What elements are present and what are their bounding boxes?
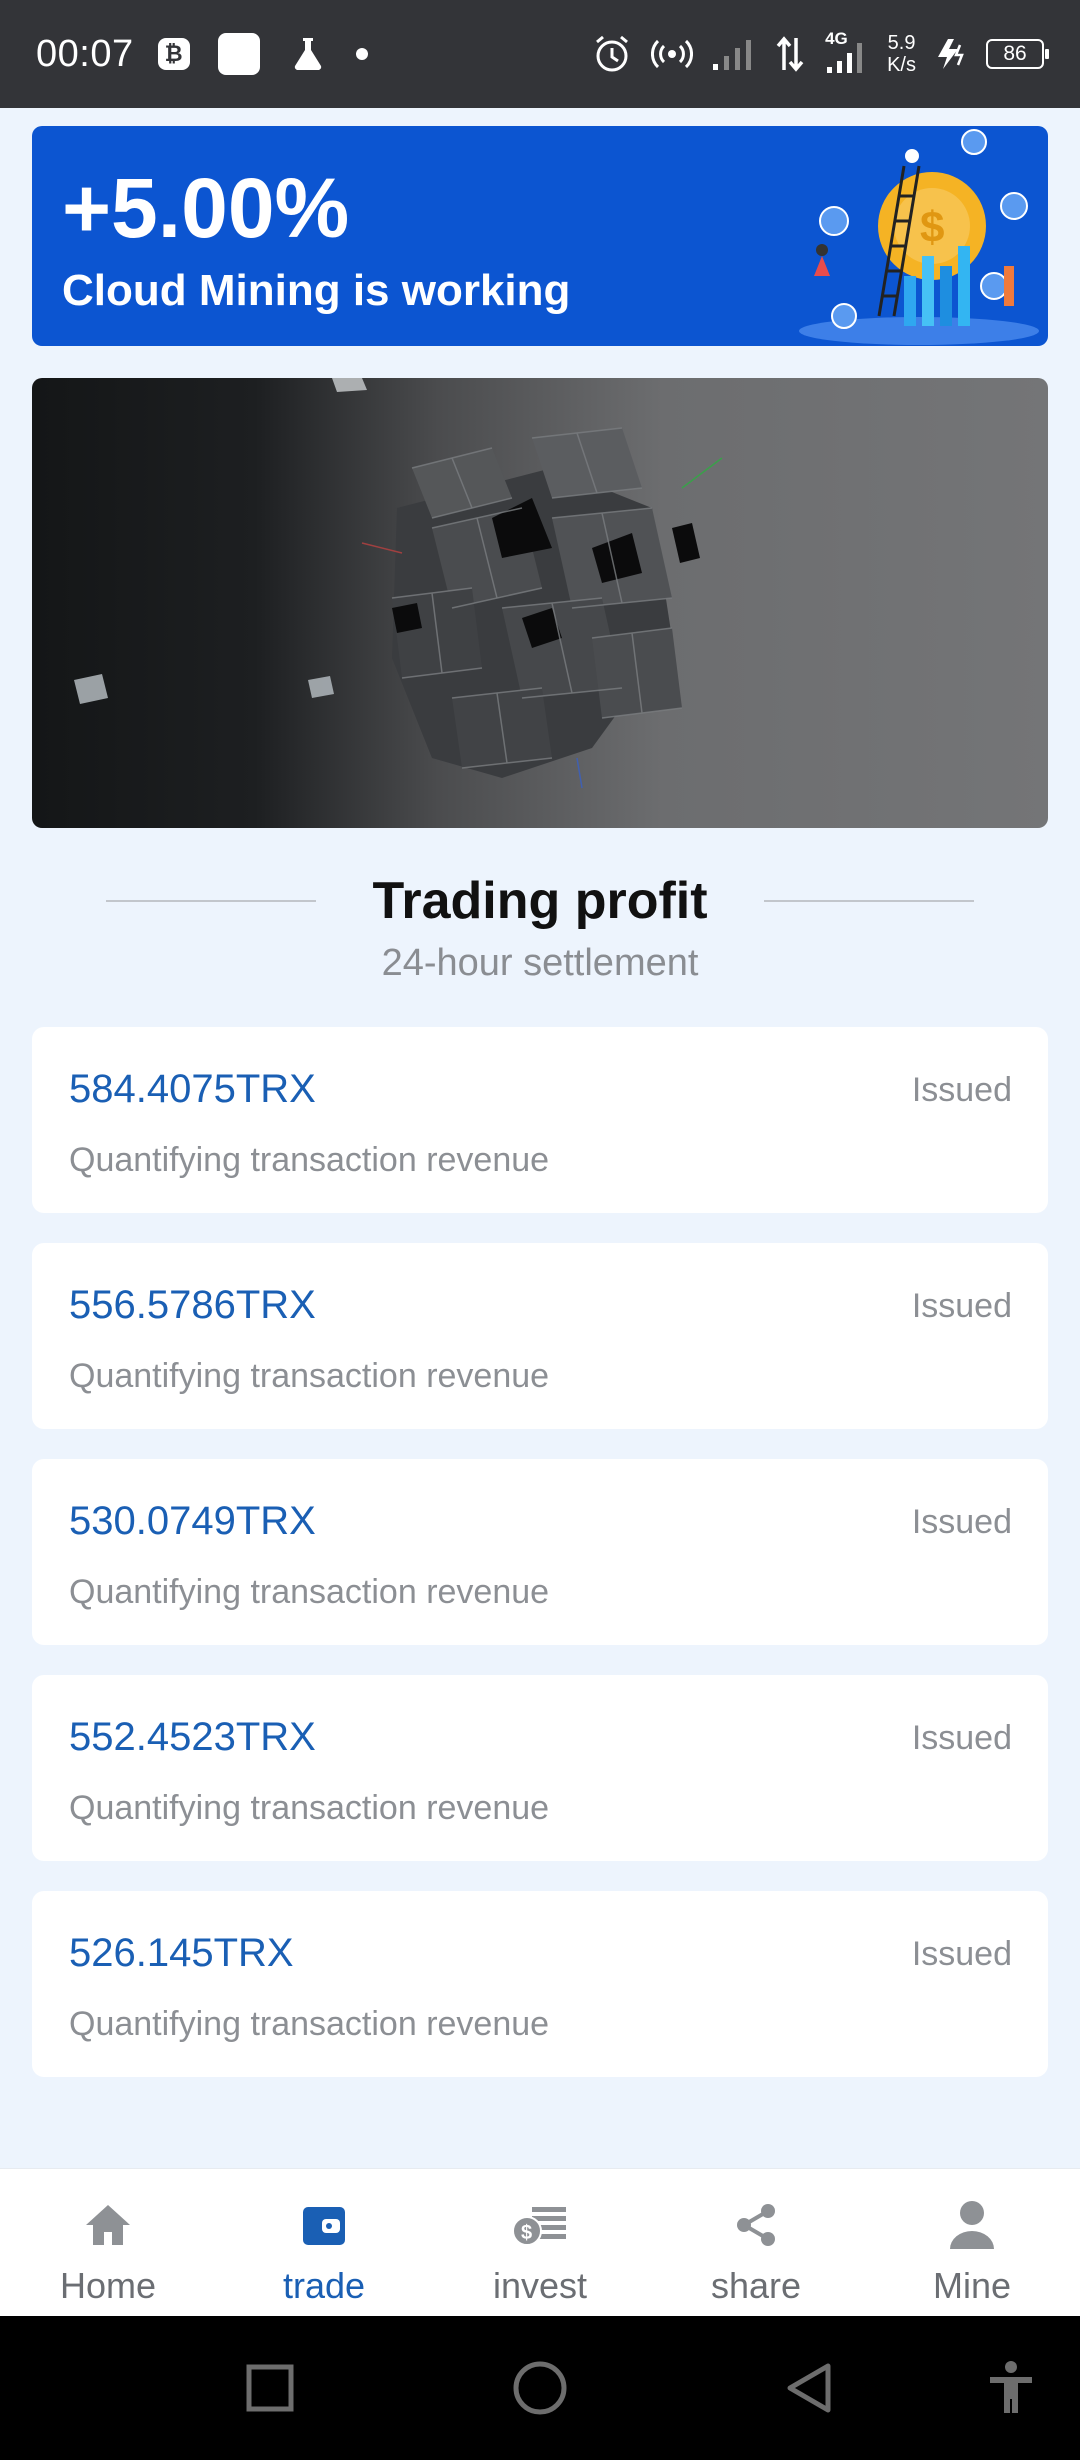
status-badge: Issued	[911, 1719, 1012, 1757]
user-icon	[942, 2195, 1002, 2255]
share-icon	[726, 2195, 786, 2255]
status-bar: 00:07 ₿ 4G 5.9 K/s 86	[0, 0, 1080, 108]
system-nav-bar	[0, 2316, 1080, 2460]
nav-item-share[interactable]: share	[648, 2169, 864, 2316]
divider-left	[106, 900, 316, 902]
nav-label-home: Home	[59, 2265, 157, 2306]
nav-label-share: share	[710, 2265, 802, 2306]
profit-description: Quantifying transaction revenue	[69, 1789, 550, 1827]
svg-text:$: $	[521, 2222, 532, 2244]
nav-label-mine: Mine	[932, 2265, 1012, 2306]
accessibility-icon	[990, 2361, 1032, 2413]
profit-amount: 526.145TRX	[69, 1931, 294, 1975]
trading-profit-header: Trading profit 24-hour settlement	[0, 866, 1080, 985]
list-item[interactable]: 584.4075TRX Quantifying transaction reve…	[32, 1027, 1048, 1213]
cloud-mining-banner[interactable]: +5.00% Cloud Mining is working $	[32, 126, 1048, 346]
nav-label-invest: invest	[492, 2265, 588, 2306]
back-button[interactable]	[784, 2362, 834, 2414]
data-transfer-icon	[776, 36, 804, 72]
battery-level: 86	[1003, 42, 1027, 65]
signal-4g-icon: 4G	[823, 29, 869, 75]
profit-description: Quantifying transaction revenue	[69, 2005, 550, 2043]
hero-cube-image	[32, 378, 1048, 828]
speed-value: 5.9	[887, 32, 916, 54]
bottom-nav: Home trade $ invest share Mine	[0, 2168, 1080, 2316]
cube-cluster-icon	[74, 378, 723, 789]
nav-item-home[interactable]: Home	[0, 2169, 216, 2316]
flask-icon	[294, 38, 321, 71]
section-subtitle: 24-hour settlement	[381, 942, 699, 984]
status-badge: Issued	[911, 1503, 1012, 1541]
mining-illustration-icon: $	[799, 129, 1039, 345]
list-item[interactable]: 530.0749TRX Quantifying transaction reve…	[32, 1459, 1048, 1645]
signal-weak-icon	[713, 40, 752, 70]
notification-dot-icon	[355, 48, 368, 60]
profit-amount: 552.4523TRX	[69, 1715, 316, 1759]
hotspot-icon	[651, 39, 694, 69]
home-icon	[78, 2195, 138, 2255]
profit-amount: 584.4075TRX	[69, 1067, 316, 1111]
profit-amount: 556.5786TRX	[69, 1283, 316, 1327]
profit-amount: 530.0749TRX	[69, 1499, 316, 1543]
app-notification-icon: ₿	[157, 38, 190, 70]
speed-unit: K/s	[887, 54, 916, 76]
app-square-icon	[217, 33, 260, 75]
list-item[interactable]: 556.5786TRX Quantifying transaction reve…	[32, 1243, 1048, 1429]
profit-description: Quantifying transaction revenue	[69, 1357, 550, 1395]
mining-rate: +5.00%	[62, 161, 350, 255]
nav-item-mine[interactable]: Mine	[864, 2169, 1080, 2316]
nav-item-trade[interactable]: trade	[216, 2169, 432, 2316]
mining-status-text: Cloud Mining is working	[62, 266, 571, 315]
list-item[interactable]: 526.145TRX Quantifying transaction reven…	[32, 1891, 1048, 2077]
status-badge: Issued	[911, 1287, 1012, 1325]
list-item[interactable]: 552.4523TRX Quantifying transaction reve…	[32, 1675, 1048, 1861]
profit-list: 584.4075TRX Quantifying transaction reve…	[32, 1027, 1048, 2107]
money-stack-icon: $	[510, 2195, 570, 2255]
alarm-icon	[596, 35, 629, 72]
divider-right	[764, 900, 974, 902]
wallet-icon	[294, 2195, 354, 2255]
battery-icon: 86	[986, 39, 1049, 69]
back-triangle-icon	[787, 2363, 831, 2413]
network-speed: 5.9 K/s	[887, 32, 916, 76]
profit-description: Quantifying transaction revenue	[69, 1141, 550, 1179]
nav-label-trade: trade	[282, 2265, 366, 2306]
accessibility-button[interactable]	[986, 2360, 1036, 2416]
circle-icon	[513, 2361, 567, 2415]
charging-icon	[938, 39, 964, 69]
recent-apps-button[interactable]	[246, 2364, 294, 2412]
svg-text:$: $	[920, 203, 944, 252]
nav-item-invest[interactable]: $ invest	[432, 2169, 648, 2316]
square-icon	[246, 2364, 294, 2412]
profit-description: Quantifying transaction revenue	[69, 1573, 550, 1611]
status-badge: Issued	[911, 1935, 1012, 1973]
status-time: 00:07	[36, 32, 134, 75]
status-badge: Issued	[911, 1071, 1012, 1109]
home-button[interactable]	[512, 2360, 568, 2416]
